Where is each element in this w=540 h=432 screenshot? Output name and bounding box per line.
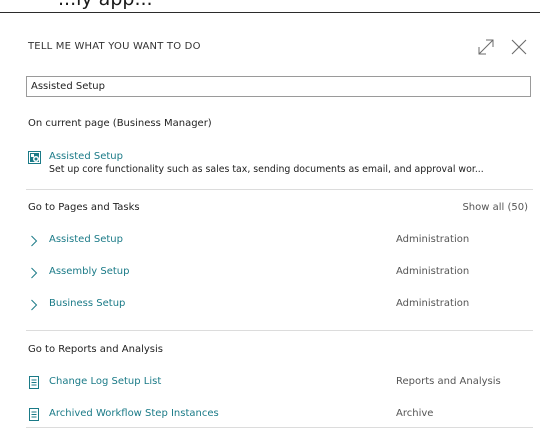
page-link[interactable]: Business Setup xyxy=(49,298,125,309)
dialog-title: TELL ME WHAT YOU WANT TO DO xyxy=(28,41,201,52)
page-category: Administration xyxy=(396,298,470,309)
section-divider xyxy=(26,330,533,331)
current-page-item-description: Set up core functionality such as sales … xyxy=(49,164,484,175)
page-link[interactable]: Assembly Setup xyxy=(49,266,129,277)
page-row-assisted-setup[interactable]: Assisted Setup Administration xyxy=(26,232,533,250)
report-document-icon xyxy=(29,408,39,421)
page-row-assembly-setup[interactable]: Assembly Setup Administration xyxy=(26,264,533,282)
chevron-right-icon xyxy=(31,235,38,247)
report-link[interactable]: Archived Workflow Step Instances xyxy=(49,408,219,419)
section-divider xyxy=(26,189,533,190)
page-category: Administration xyxy=(396,266,470,277)
page-category: Administration xyxy=(396,234,470,245)
search-input[interactable] xyxy=(26,76,531,97)
expand-icon[interactable] xyxy=(477,38,495,56)
report-row-change-log[interactable]: Change Log Setup List Reports and Analys… xyxy=(26,374,533,392)
current-page-item-link[interactable]: Assisted Setup xyxy=(49,151,123,162)
pages-section-title: Go to Pages and Tasks xyxy=(28,202,140,213)
report-category: Archive xyxy=(396,408,434,419)
show-all-link[interactable]: Show all (50) xyxy=(462,202,528,213)
reports-section-title: Go to Reports and Analysis xyxy=(28,344,163,355)
page-row-business-setup[interactable]: Business Setup Administration xyxy=(26,296,533,314)
tell-me-dialog: TELL ME WHAT YOU WANT TO DO On current p… xyxy=(0,13,540,432)
chevron-right-icon xyxy=(31,299,38,311)
background-app-text: ...ly app... xyxy=(0,0,540,12)
report-document-icon xyxy=(29,376,39,389)
close-icon[interactable] xyxy=(510,38,528,56)
chevron-right-icon xyxy=(31,267,38,279)
report-row-archived-workflow[interactable]: Archived Workflow Step Instances Archive xyxy=(26,406,533,424)
section-divider xyxy=(26,427,533,428)
page-link[interactable]: Assisted Setup xyxy=(49,234,123,245)
report-category: Reports and Analysis xyxy=(396,376,501,387)
current-page-section-title: On current page (Business Manager) xyxy=(28,118,212,129)
report-link[interactable]: Change Log Setup List xyxy=(49,376,161,387)
background-text: ...ly app... xyxy=(58,0,153,10)
assisted-setup-icon xyxy=(28,151,41,164)
